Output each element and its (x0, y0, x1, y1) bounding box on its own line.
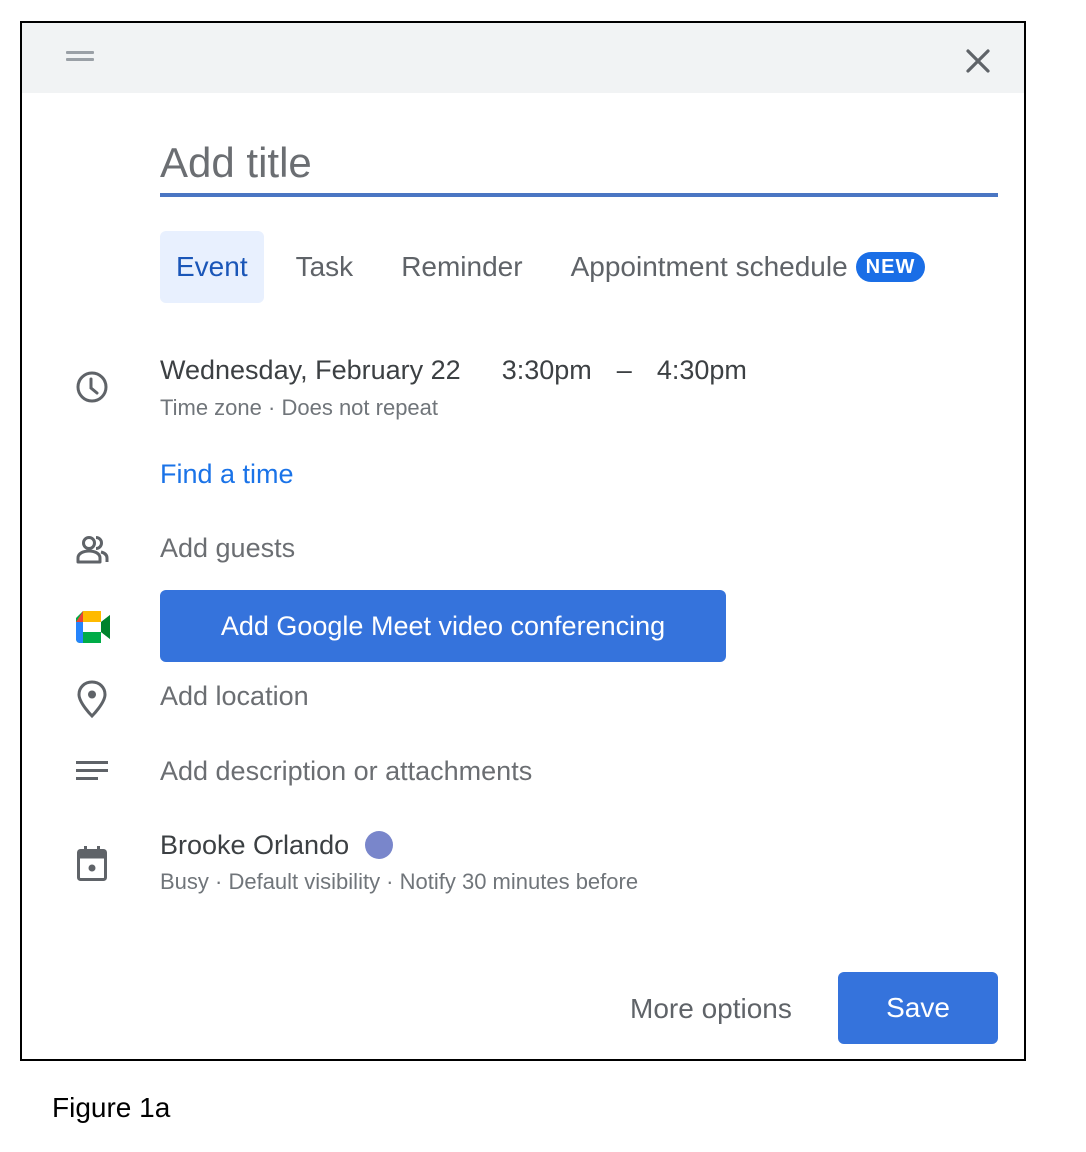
tab-label: Task (295, 251, 354, 282)
event-date[interactable]: Wednesday, February 22 (160, 355, 461, 385)
people-icon (74, 532, 110, 568)
tab-event[interactable]: Event (160, 231, 264, 303)
calendar-icon (74, 845, 110, 881)
calendar-owner: Brooke Orlando (160, 830, 350, 860)
google-meet-icon (74, 609, 110, 645)
calendar-details[interactable]: Busy · Default visibility · Notify 30 mi… (160, 869, 638, 895)
tab-reminder[interactable]: Reminder (385, 231, 538, 303)
event-type-tabs: Event Task Reminder Appointment schedule… (160, 231, 957, 303)
close-button[interactable] (960, 43, 996, 79)
add-google-meet-button[interactable]: Add Google Meet video conferencing (160, 590, 726, 662)
new-badge: NEW (855, 251, 926, 282)
figure-caption: Figure 1a (52, 1092, 171, 1123)
add-description-field[interactable]: Add description or attachments (160, 756, 532, 787)
more-options-button[interactable]: More options (614, 973, 808, 1045)
tab-label: Event (176, 251, 248, 282)
add-location-field[interactable]: Add location (160, 681, 309, 712)
event-dialog: Event Task Reminder Appointment schedule… (20, 21, 1026, 1061)
close-icon (966, 49, 990, 73)
time-zone-link[interactable]: Time zone (160, 395, 262, 420)
add-guests-field[interactable]: Add guests (160, 533, 295, 564)
datetime-line: Wednesday, February 22 3:30pm – 4:30pm (160, 355, 747, 386)
clock-icon (74, 369, 110, 405)
tab-label: Appointment schedule (570, 251, 848, 282)
description-icon (74, 757, 110, 793)
event-end-time[interactable]: 4:30pm (657, 355, 747, 385)
separator-dot: · (268, 395, 276, 420)
time-separator: – (616, 355, 632, 385)
tab-task[interactable]: Task (280, 231, 370, 303)
dialog-header[interactable] (22, 23, 1024, 93)
calendar-color-dot (365, 830, 394, 859)
calendar-selector[interactable]: Brooke Orlando (160, 830, 394, 861)
repeat-select[interactable]: Does not repeat (281, 395, 438, 420)
title-input[interactable] (160, 133, 998, 197)
location-pin-icon (74, 679, 110, 719)
event-start-time[interactable]: 3:30pm (502, 355, 592, 385)
tab-label: Reminder (401, 251, 523, 282)
find-a-time-link[interactable]: Find a time (160, 459, 294, 490)
tab-appointment-schedule[interactable]: Appointment schedule NEW (555, 231, 942, 303)
datetime-subline: Time zone · Does not repeat (160, 395, 438, 421)
drag-handle-icon[interactable] (66, 51, 94, 61)
save-button[interactable]: Save (838, 972, 998, 1044)
